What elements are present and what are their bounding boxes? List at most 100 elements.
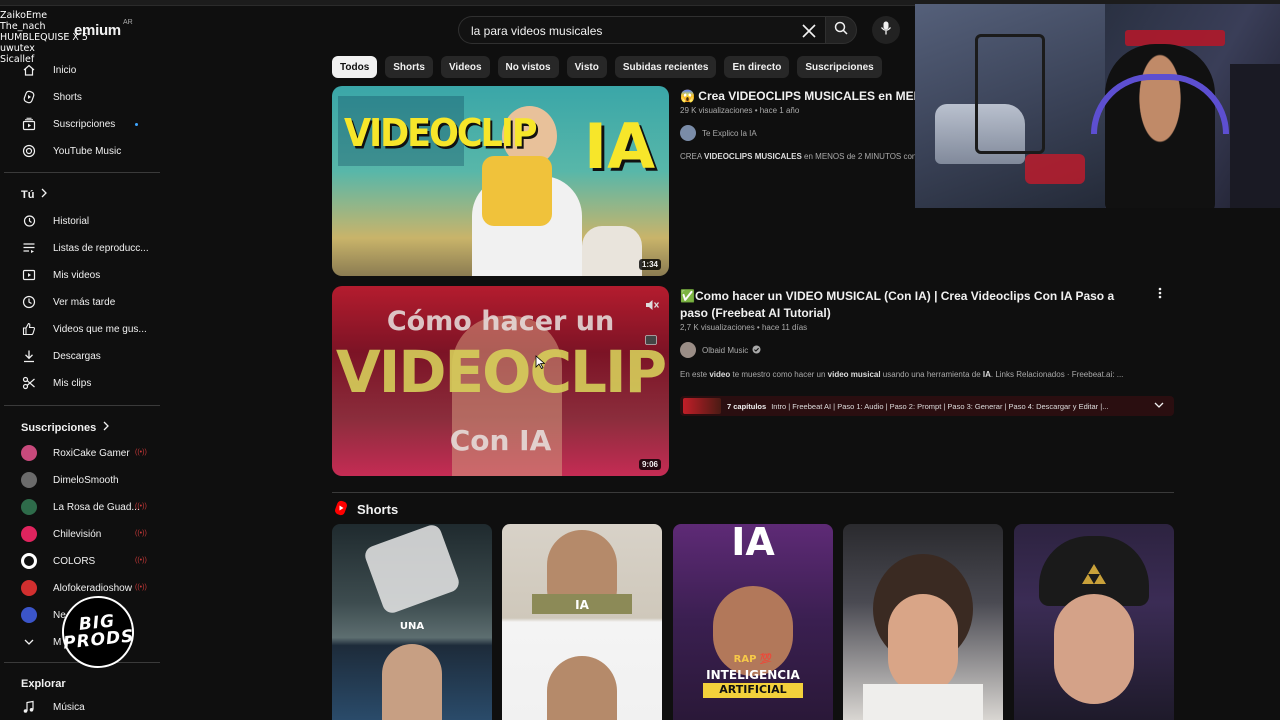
music-icon bbox=[21, 143, 37, 159]
shorts-icon bbox=[21, 89, 37, 105]
channel-link[interactable]: Te Explico la IA bbox=[680, 125, 757, 141]
you-section-header[interactable]: Tú bbox=[21, 188, 48, 201]
channel-avatar bbox=[680, 125, 696, 141]
mute-icon[interactable] bbox=[645, 298, 660, 316]
logo-line: PRODS bbox=[62, 626, 136, 654]
overlay-name: Sicallef bbox=[0, 54, 35, 65]
chevron-right-icon bbox=[102, 421, 110, 434]
history-icon bbox=[21, 213, 37, 229]
desc-text: En este bbox=[680, 370, 710, 379]
live-icon: ((•)) bbox=[135, 530, 147, 537]
chip-no-vistos[interactable]: No vistos bbox=[497, 56, 559, 78]
sidebar-item-label: Descargas bbox=[53, 350, 101, 362]
short-top-text: IA bbox=[731, 524, 775, 564]
chevron-down-icon[interactable] bbox=[1154, 401, 1164, 411]
desc-text: en MENOS de 2 MINUTOS con IA bbox=[801, 152, 915, 161]
sidebar-item-historial[interactable]: Historial bbox=[14, 208, 160, 234]
thumb-pony bbox=[582, 226, 642, 276]
region-code: AR bbox=[123, 19, 133, 26]
chapters-count: 7 capítulos bbox=[727, 401, 767, 411]
sidebar-item-ver-mas-tarde[interactable]: Ver más tarde bbox=[14, 289, 160, 315]
video-thumbnail[interactable]: VIDEOCLIP IA 1:34 bbox=[332, 86, 669, 276]
sidebar-item-label: Shorts bbox=[53, 91, 82, 103]
live-icon: ((•)) bbox=[135, 449, 147, 456]
desc-highlight: video bbox=[709, 370, 731, 379]
close-icon[interactable] bbox=[798, 20, 820, 42]
new-content-dot bbox=[135, 123, 138, 126]
like-icon bbox=[21, 321, 37, 337]
you-header-label: Tú bbox=[21, 188, 35, 201]
explore-header-label: Explorar bbox=[21, 678, 66, 690]
filter-chips: Todos Shorts Videos No vistos Visto Subi… bbox=[332, 56, 882, 78]
short-card[interactable]: UNA bbox=[332, 524, 492, 720]
clips-icon bbox=[21, 375, 37, 391]
short-image bbox=[362, 524, 462, 616]
sidebar-item-mis-videos[interactable]: Mis videos bbox=[14, 262, 160, 288]
sidebar-item-listas[interactable]: Listas de reproducc... bbox=[14, 235, 160, 261]
captions-icon[interactable] bbox=[645, 332, 657, 350]
video-title[interactable]: 😱 Crea VIDEOCLIPS MUSICALES en MENOS DE … bbox=[680, 88, 915, 105]
short-card[interactable] bbox=[843, 524, 1003, 720]
video-duration: 1:34 bbox=[638, 259, 661, 270]
chip-shorts[interactable]: Shorts bbox=[385, 56, 433, 78]
chip-videos[interactable]: Videos bbox=[440, 56, 490, 78]
channel-avatar bbox=[21, 580, 37, 596]
channel-name: DimeloSmooth bbox=[53, 474, 119, 486]
channel-name: Te Explico la IA bbox=[702, 128, 757, 138]
show-more-label: M bbox=[53, 636, 62, 648]
desc-text: CREA bbox=[680, 152, 705, 161]
chip-en-directo[interactable]: En directo bbox=[724, 56, 790, 78]
voice-search-button[interactable] bbox=[872, 16, 900, 44]
verified-icon bbox=[752, 345, 761, 356]
short-caption: ARTIFICIAL bbox=[719, 683, 787, 696]
search-query: la para videos musicales bbox=[471, 24, 603, 38]
sidebar-item-descargas[interactable]: Descargas bbox=[14, 343, 160, 369]
sidebar-item-youtube-music[interactable]: YouTube Music bbox=[14, 138, 160, 164]
chip-subidas-recientes[interactable]: Subidas recientes bbox=[614, 56, 717, 78]
desc-text: usando una herramienta de bbox=[880, 370, 983, 379]
sidebar-item-shorts[interactable]: Shorts bbox=[14, 84, 160, 110]
video-description: En este video te muestro como hacer un v… bbox=[680, 370, 1140, 379]
short-card[interactable] bbox=[1014, 524, 1174, 720]
channel-avatar bbox=[21, 499, 37, 515]
screen: ZaikoEme The_nach HUMBLEQUISE X 5 uwutex… bbox=[0, 0, 1280, 720]
channel-name: Alofokeradioshow bbox=[53, 582, 132, 594]
short-card[interactable]: IA bbox=[502, 524, 662, 720]
desc-text: te muestro como hacer un bbox=[730, 370, 828, 379]
channel-name: RoxiCake Gamer bbox=[53, 447, 130, 459]
subscription-item[interactable]: DimeloSmooth bbox=[14, 467, 160, 493]
chip-suscripciones[interactable]: Suscripciones bbox=[797, 56, 882, 78]
chapters-bar[interactable]: 7 capítulos Intro | Freebeat AI | Paso 1… bbox=[680, 396, 1174, 416]
shorts-header-label: Shorts bbox=[357, 502, 399, 517]
sidebar-item-musica[interactable]: Música bbox=[14, 694, 160, 720]
subscriptions-header-label: Suscripciones bbox=[21, 421, 97, 434]
short-card[interactable]: IA RAP 💯 INTELIGENCIA ARTIFICIAL bbox=[673, 524, 833, 720]
sidebar-item-suscripciones[interactable]: Suscripciones bbox=[14, 111, 160, 137]
more-options-icon[interactable] bbox=[1154, 286, 1166, 305]
thumb-line3: Con IA bbox=[449, 424, 552, 457]
channel-avatar bbox=[21, 607, 37, 623]
video-title[interactable]: ✅Como hacer un VIDEO MUSICAL (Con IA) | … bbox=[680, 288, 1140, 322]
search-input[interactable]: la para videos musicales bbox=[458, 16, 825, 44]
video-thumbnail[interactable]: Cómo hacer un VIDEOCLIP Con IA 9:06 bbox=[332, 286, 669, 476]
channel-link[interactable]: Olbaid Music bbox=[680, 342, 761, 358]
chip-visto[interactable]: Visto bbox=[566, 56, 607, 78]
shorts-header: Shorts bbox=[334, 500, 398, 519]
short-caption: RAP 💯 bbox=[733, 654, 773, 665]
subscriptions-section-header[interactable]: Suscripciones bbox=[21, 421, 110, 434]
video-description: CREA VIDEOCLIPS MUSICALES en MENOS de 2 … bbox=[680, 152, 915, 161]
playlist-icon bbox=[21, 240, 37, 256]
sidebar-item-label: Historial bbox=[53, 215, 90, 227]
sidebar-item-mis-clips[interactable]: Mis clips bbox=[14, 370, 160, 396]
clock-icon bbox=[21, 294, 37, 310]
chip-todos[interactable]: Todos bbox=[332, 56, 378, 78]
search-button[interactable] bbox=[825, 16, 857, 44]
channel-avatar bbox=[21, 472, 37, 488]
sidebar-item-label: Videos que me gus... bbox=[53, 323, 147, 335]
desc-highlight: video musical bbox=[827, 370, 881, 379]
shorts-logo-icon bbox=[334, 500, 348, 519]
channel-avatar bbox=[21, 526, 37, 542]
sidebar-item-videos-me-gustan[interactable]: Videos que me gus... bbox=[14, 316, 160, 342]
download-icon bbox=[21, 348, 37, 364]
sidebar-item-label: Suscripciones bbox=[53, 118, 116, 130]
